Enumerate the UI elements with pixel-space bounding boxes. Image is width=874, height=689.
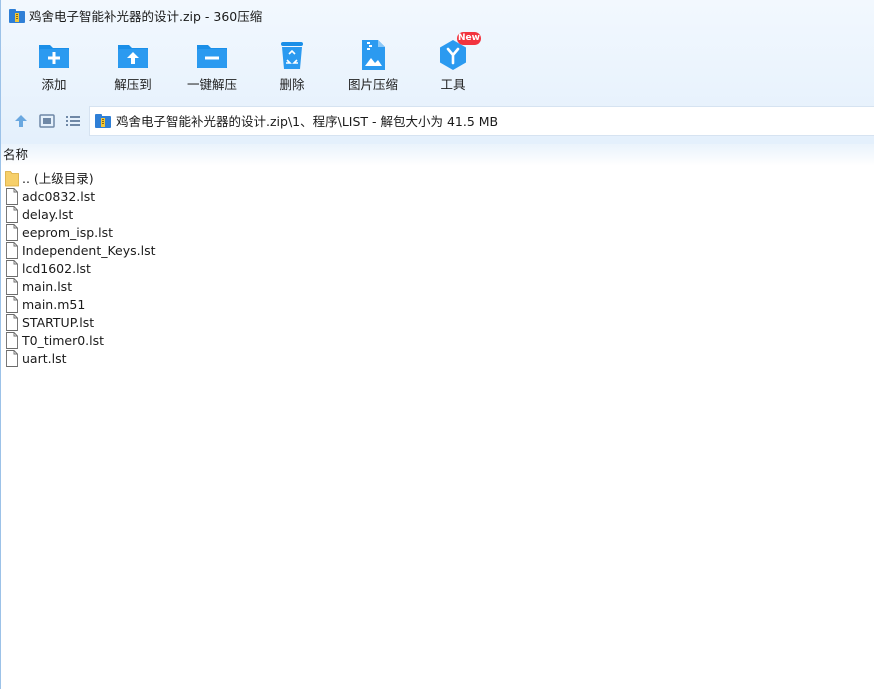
file-name: T0_timer0.lst: [22, 333, 105, 348]
list-item[interactable]: adc0832.lst: [5, 188, 405, 206]
file-icon: [6, 206, 18, 223]
list-item[interactable]: eeprom_isp.lst: [5, 224, 405, 242]
extract-to-label: 解压到: [114, 77, 152, 92]
file-name: uart.lst: [22, 351, 67, 366]
image-compress-button[interactable]: 图片压缩: [334, 36, 412, 98]
file-name: STARTUP.lst: [22, 315, 95, 330]
path-text: 鸡舍电子智能补光器的设计.zip\1、程序\LIST - 解包大小为 41.5 …: [116, 114, 499, 129]
list-item[interactable]: T0_timer0.lst: [5, 332, 405, 350]
list-item[interactable]: delay.lst: [5, 206, 405, 224]
list-item[interactable]: main.lst: [5, 278, 405, 296]
add-button[interactable]: 添加: [15, 36, 93, 98]
thumbnail-view-icon[interactable]: [38, 112, 56, 130]
new-badge: New: [457, 32, 481, 45]
file-icon: [6, 296, 18, 313]
column-header: 名称: [1, 144, 874, 166]
one-click-extract-icon: [197, 45, 227, 68]
file-icon: [6, 350, 18, 367]
path-bar[interactable]: 鸡舍电子智能补光器的设计.zip\1、程序\LIST - 解包大小为 41.5 …: [89, 106, 874, 136]
list-view-icon[interactable]: [64, 112, 82, 130]
file-name: main.lst: [22, 279, 73, 294]
file-name: adc0832.lst: [22, 189, 96, 204]
app-window: 鸡舍电子智能补光器的设计.zip - 360压缩 添加 解压到 一键解压 删除 …: [0, 0, 874, 689]
file-name: Independent_Keys.lst: [22, 243, 156, 258]
file-list: .. (上级目录) adc0832.lst delay.lst eeprom_i…: [5, 170, 865, 368]
list-item[interactable]: uart.lst: [5, 350, 405, 368]
list-item-parent[interactable]: .. (上级目录): [5, 170, 405, 188]
add-label: 添加: [41, 77, 67, 92]
file-icon: [6, 332, 18, 349]
name-column-header[interactable]: 名称: [3, 147, 28, 163]
up-arrow-icon[interactable]: [12, 112, 30, 130]
list-item[interactable]: lcd1602.lst: [5, 260, 405, 278]
tools-label: 工具: [440, 77, 466, 92]
file-icon: [6, 314, 18, 331]
file-name: lcd1602.lst: [22, 261, 91, 276]
add-folder-icon: [39, 45, 69, 68]
one-click-extract-button[interactable]: 一键解压: [173, 36, 251, 98]
tools-button[interactable]: 工具: [414, 36, 492, 98]
file-name: .. (上级目录): [22, 171, 94, 186]
file-name: main.m51: [22, 297, 86, 312]
window-title: 鸡舍电子智能补光器的设计.zip - 360压缩: [29, 9, 263, 24]
file-icon: [6, 278, 18, 295]
archive-path-icon: [95, 114, 111, 128]
archive-app-icon: [9, 9, 25, 23]
list-item[interactable]: STARTUP.lst: [5, 314, 405, 332]
extract-to-button[interactable]: 解压到: [94, 36, 172, 98]
list-item[interactable]: Independent_Keys.lst: [5, 242, 405, 260]
image-compress-icon: [362, 40, 385, 70]
title-bar: 鸡舍电子智能补光器的设计.zip - 360压缩: [1, 0, 874, 34]
file-icon: [6, 260, 18, 277]
list-item[interactable]: main.m51: [5, 296, 405, 314]
delete-label: 删除: [279, 77, 305, 92]
image-compress-label: 图片压缩: [347, 77, 398, 92]
file-icon: [6, 242, 18, 259]
extract-to-icon: [118, 45, 148, 68]
file-name: eeprom_isp.lst: [22, 225, 114, 240]
file-icon: [6, 224, 18, 241]
one-click-extract-label: 一键解压: [186, 77, 237, 92]
file-name: delay.lst: [22, 207, 74, 222]
delete-button[interactable]: 删除: [253, 36, 331, 98]
recycle-bin-icon: [281, 42, 303, 69]
file-icon: [6, 188, 18, 205]
folder-icon: [5, 171, 19, 187]
